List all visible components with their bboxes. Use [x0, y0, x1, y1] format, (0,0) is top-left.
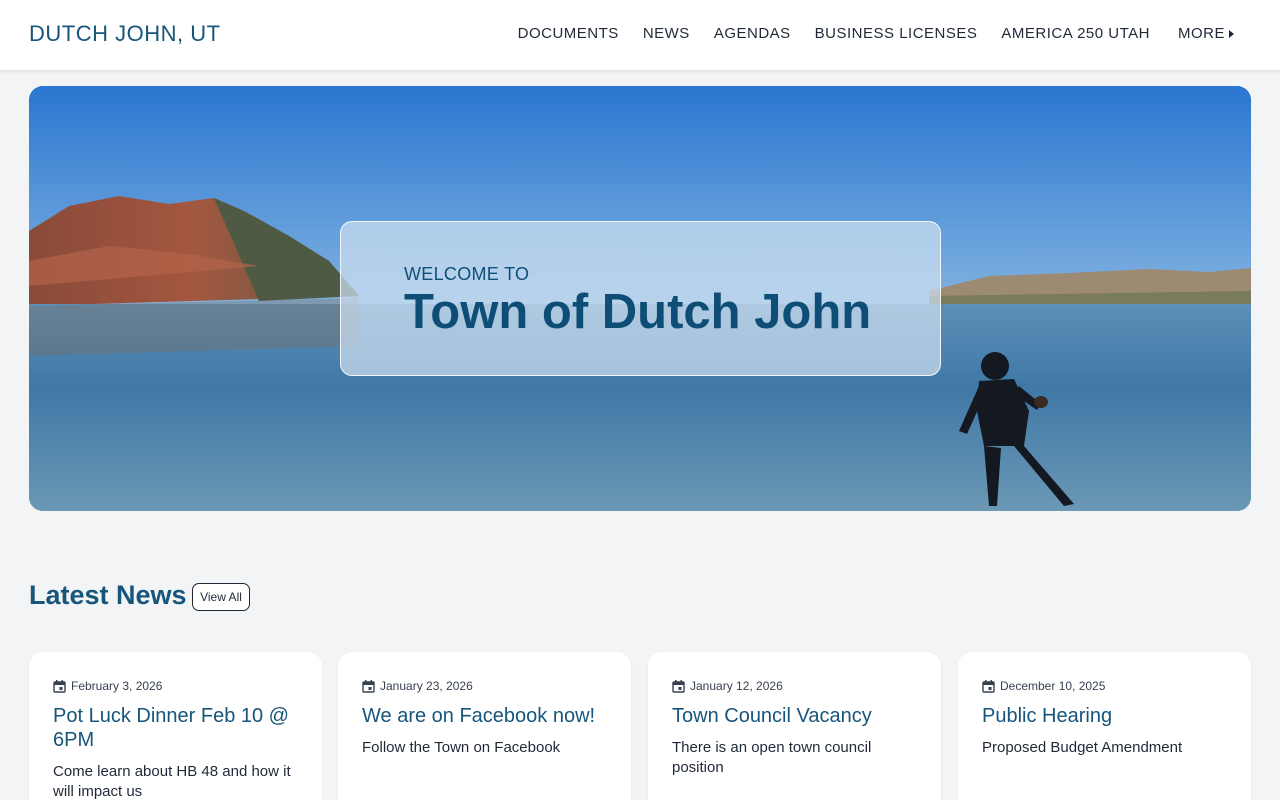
- nav-documents[interactable]: DOCUMENTS: [518, 25, 619, 42]
- news-date-text: December 10, 2025: [1000, 679, 1106, 693]
- news-summary: Proposed Budget Amendment: [982, 739, 1183, 756]
- nav-news[interactable]: NEWS: [643, 25, 690, 42]
- calendar-icon: [53, 679, 66, 693]
- main-nav: DOCUMENTS NEWS AGENDAS BUSINESS LICENSES…: [494, 25, 1234, 42]
- nav-more-label: MORE: [1178, 25, 1225, 42]
- hero-banner: WELCOME TO Town of Dutch John: [29, 86, 1251, 511]
- nav-more-dropdown[interactable]: MORE: [1178, 25, 1234, 42]
- news-summary: Come learn about HB 48 and how it will i…: [53, 763, 291, 800]
- news-card[interactable]: January 12, 2026 Town Council Vacancy Th…: [648, 652, 941, 800]
- site-header: DUTCH JOHN, UT DOCUMENTS NEWS AGENDAS BU…: [0, 0, 1280, 70]
- nav-america-250-utah[interactable]: AMERICA 250 UTAH: [1001, 25, 1150, 42]
- hero-title: Town of Dutch John: [404, 285, 872, 339]
- calendar-icon: [672, 679, 685, 693]
- news-summary: Follow the Town on Facebook: [362, 739, 561, 756]
- news-date-text: January 23, 2026: [380, 679, 473, 693]
- news-date: January 12, 2026: [672, 679, 783, 693]
- news-date: January 23, 2026: [362, 679, 473, 693]
- caret-right-icon: [1229, 29, 1234, 38]
- news-date-text: February 3, 2026: [71, 679, 163, 693]
- news-title-link[interactable]: Town Council Vacancy: [672, 704, 922, 728]
- news-card[interactable]: January 23, 2026 We are on Facebook now!…: [338, 652, 631, 800]
- news-card[interactable]: February 3, 2026 Pot Luck Dinner Feb 10 …: [29, 652, 322, 800]
- news-date: February 3, 2026: [53, 679, 162, 693]
- nav-business-licenses[interactable]: BUSINESS LICENSES: [815, 25, 978, 42]
- news-date-text: January 12, 2026: [690, 679, 783, 693]
- view-all-button[interactable]: View All: [192, 583, 250, 611]
- hero-eyebrow: WELCOME TO: [404, 264, 530, 284]
- calendar-icon: [982, 679, 995, 693]
- site-title[interactable]: DUTCH JOHN, UT: [29, 21, 221, 47]
- news-title-link[interactable]: We are on Facebook now!: [362, 704, 612, 728]
- news-summary: There is an open town council position: [672, 739, 872, 776]
- nav-agendas[interactable]: AGENDAS: [714, 25, 791, 42]
- news-card[interactable]: December 10, 2025 Public Hearing Propose…: [958, 652, 1251, 800]
- news-date: December 10, 2025: [982, 679, 1105, 693]
- calendar-icon: [362, 679, 375, 693]
- news-title-link[interactable]: Public Hearing: [982, 704, 1232, 728]
- latest-news-heading: Latest News: [29, 580, 187, 610]
- hero-welcome-card: WELCOME TO Town of Dutch John: [340, 221, 941, 376]
- news-title-link[interactable]: Pot Luck Dinner Feb 10 @ 6PM: [53, 704, 303, 752]
